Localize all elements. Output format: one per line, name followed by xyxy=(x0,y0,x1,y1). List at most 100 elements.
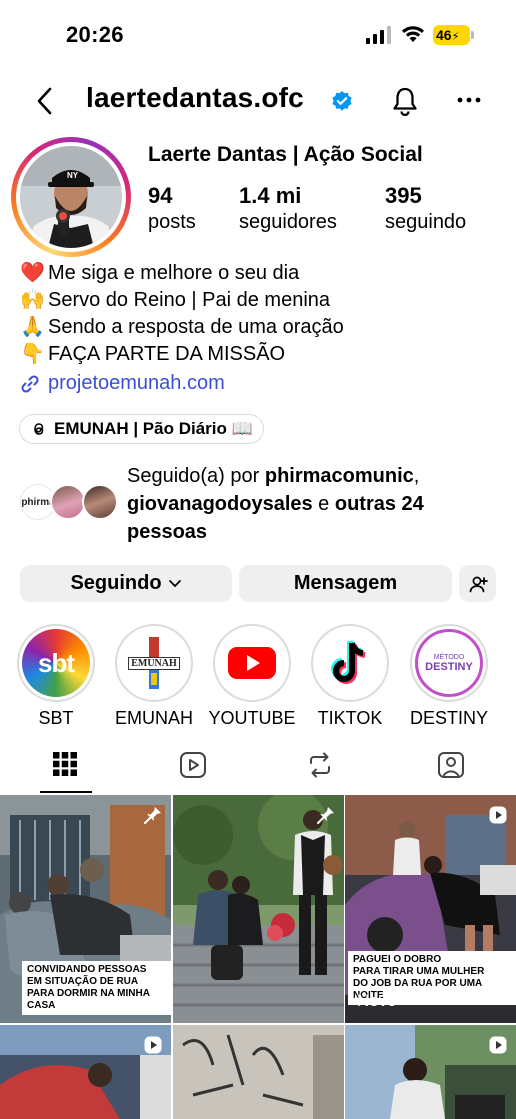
stat-following-label: seguindo xyxy=(385,211,467,233)
bio-text: FAÇA PARTE DA MISSÃO xyxy=(48,343,286,365)
following-button[interactable]: Seguindo xyxy=(20,565,232,602)
bio-line: ❤️ Me siga e melhore o seu dia xyxy=(20,260,344,287)
sbt-logo-icon: sbt xyxy=(22,629,90,697)
caption-line: CONVIDANDO PESSOAS xyxy=(27,964,147,975)
caption-line: PAGUEI O DOBRO xyxy=(353,954,442,965)
cellular-signal-icon xyxy=(366,26,391,44)
follower-avatar-3 xyxy=(82,484,118,520)
pin-icon xyxy=(144,807,161,824)
message-button[interactable]: Mensagem xyxy=(239,565,452,602)
link-chain-icon xyxy=(21,374,39,393)
emunah-logo-icon: EMUNAH xyxy=(120,629,188,697)
suggested-people-button[interactable] xyxy=(459,565,496,602)
emunah-logo-text: EMUNAH xyxy=(128,656,180,670)
battery-level: 46 xyxy=(436,27,452,43)
post-caption: CONVIDANDO PESSOAS EM SITUAÇÃO DE RUA PA… xyxy=(22,961,171,1015)
battery-indicator: 46⚡ xyxy=(433,25,470,45)
following-button-label: Seguindo xyxy=(70,572,162,594)
stat-posts-value: 94 xyxy=(148,183,173,208)
svg-text:NY: NY xyxy=(67,171,79,180)
profile-bio: ❤️ Me siga e melhore o seu dia 🙌 Servo do … xyxy=(20,260,344,368)
stat-following[interactable]: 395 seguindo xyxy=(385,183,466,234)
wifi-icon xyxy=(402,26,424,42)
post-thumbnail[interactable] xyxy=(173,1025,344,1119)
reel-icon xyxy=(489,806,507,824)
highlight-tiktok[interactable]: TIKTOK xyxy=(311,624,389,728)
profile-tabs xyxy=(0,745,516,793)
threads-icon xyxy=(34,423,44,435)
bio-text: Servo do Reino | Pai de menina xyxy=(48,289,331,311)
praying-hands-emoji-icon: 🙏 xyxy=(20,316,45,338)
profile-link[interactable]: projetoemunah.com xyxy=(20,372,225,395)
avatar-photo: NY xyxy=(20,146,122,248)
followed-by-user1[interactable]: phirmacomunic xyxy=(265,465,414,487)
highlight-ring xyxy=(213,624,291,702)
highlight-ring: MÉTODO DESTINY xyxy=(410,624,488,702)
destiny-logo-icon: MÉTODO DESTINY xyxy=(415,629,483,697)
message-button-label: Mensagem xyxy=(293,572,398,594)
reel-icon xyxy=(489,1036,507,1054)
back-arrow-icon[interactable] xyxy=(34,86,56,116)
battery-tip xyxy=(471,31,474,39)
stat-followers[interactable]: 1.4 mi seguidores xyxy=(239,183,337,234)
followed-by-user2[interactable]: giovanagodoysales xyxy=(127,493,313,515)
tab-reposts-icon[interactable] xyxy=(306,751,334,779)
highlight-sbt[interactable]: sbt SBT xyxy=(17,624,95,728)
tab-tagged-icon[interactable] xyxy=(437,751,465,779)
stat-following-value: 395 xyxy=(385,183,422,208)
tab-grid-icon[interactable] xyxy=(52,751,78,777)
new-post-badge: Novo xyxy=(357,991,397,1010)
highlight-youtube[interactable]: YOUTUBE xyxy=(208,624,296,728)
highlight-ring: EMUNAH xyxy=(115,624,193,702)
bio-text: Sendo a resposta de uma oração xyxy=(48,316,344,338)
pointing-down-emoji-icon: 👇 xyxy=(20,343,45,365)
more-options-icon[interactable] xyxy=(456,96,482,104)
post-thumbnail[interactable] xyxy=(345,1025,516,1119)
notifications-bell-icon[interactable] xyxy=(391,86,419,116)
pin-icon xyxy=(317,807,334,824)
profile-link-text: projetoemunah.com xyxy=(48,372,225,394)
post-thumbnail[interactable]: PAGUEI O DOBRO PARA TIRAR UMA MULHER DO … xyxy=(345,795,516,1023)
caption-line: EM SITUAÇÃO DE RUA xyxy=(27,976,139,987)
highlight-emunah[interactable]: EMUNAH EMUNAH xyxy=(115,624,193,728)
stat-posts[interactable]: 94 posts xyxy=(148,183,196,234)
caption-line: PARA DORMIR NA MINHA CASA xyxy=(27,988,150,1011)
bio-text: Me siga e melhore o seu dia xyxy=(48,262,300,284)
heart-emoji-icon: ❤️ xyxy=(20,262,45,284)
followed-by-prefix: Seguido(a) por xyxy=(127,465,265,487)
status-bar: 20:26 46⚡ xyxy=(0,0,516,70)
status-time: 20:26 xyxy=(66,22,124,47)
chevron-down-icon xyxy=(168,579,181,587)
youtube-play-icon xyxy=(228,647,276,679)
profile-username: laertedantas.ofc xyxy=(86,82,304,113)
followed-by-and: e xyxy=(312,493,335,515)
verified-badge-icon xyxy=(332,91,352,111)
tiktok-note-icon xyxy=(331,640,366,684)
caption-line: PARA TIRAR UMA MULHER xyxy=(353,966,485,977)
followed-by[interactable]: phirma Seguido(a) por phirmacomunic, gio… xyxy=(20,462,500,544)
charging-bolt-icon: ⚡ xyxy=(451,31,460,43)
followed-by-sep: , xyxy=(413,465,420,487)
highlight-ring xyxy=(311,624,389,702)
post-thumbnail[interactable]: CONVIDANDO PESSOAS EM SITUAÇÃO DE RUA PA… xyxy=(0,795,171,1023)
destiny-logo-top: MÉTODO xyxy=(433,653,465,661)
follower-avatar-2 xyxy=(50,484,86,520)
highlight-destiny[interactable]: MÉTODO DESTINY DESTINY xyxy=(410,624,488,728)
post-thumbnail[interactable] xyxy=(0,1025,171,1119)
threads-tag[interactable]: EMUNAH | Pão Diário 📖 xyxy=(19,414,264,444)
destiny-logo-text: DESTINY xyxy=(425,660,473,673)
profile-full-name: Laerte Dantas | Ação Social xyxy=(148,143,423,166)
threads-tag-text: EMUNAH | Pão Diário 📖 xyxy=(54,419,253,438)
youtube-logo-icon xyxy=(218,629,286,697)
reel-icon xyxy=(144,1036,162,1054)
raised-hands-emoji-icon: 🙌 xyxy=(20,289,45,311)
bio-line: 🙌 Servo do Reino | Pai de menina xyxy=(20,287,344,314)
highlight-ring: sbt xyxy=(17,624,95,702)
add-person-icon xyxy=(469,576,488,592)
bio-line: 👇 FAÇA PARTE DA MISSÃO xyxy=(20,341,344,368)
post-thumbnail[interactable] xyxy=(173,795,344,1023)
post-image xyxy=(173,1025,344,1119)
stat-followers-value: 1.4 mi xyxy=(239,183,302,208)
profile-avatar[interactable]: NY xyxy=(20,146,122,248)
tab-reels-icon[interactable] xyxy=(179,751,207,779)
